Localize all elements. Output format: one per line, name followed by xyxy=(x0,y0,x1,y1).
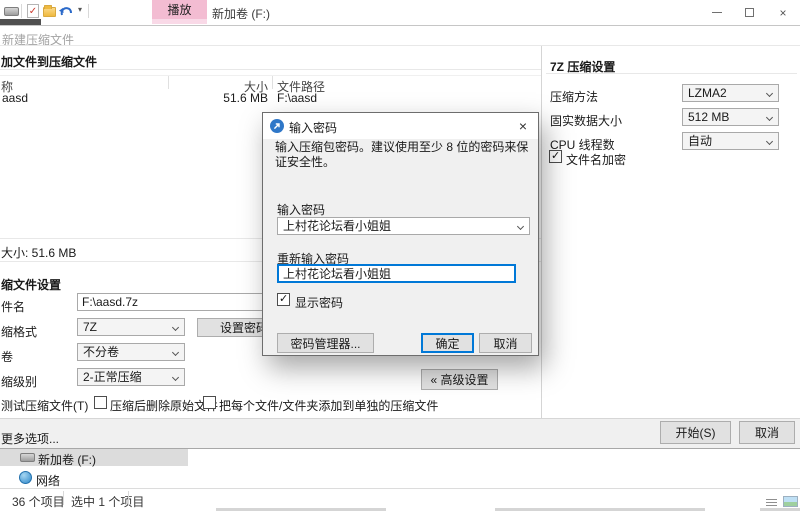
dialog-titlebar: 输入密码 × xyxy=(263,113,538,139)
toolbar-separator xyxy=(88,4,89,18)
archive-settings-title: 缩文件设置 xyxy=(1,276,61,293)
maximize-button[interactable] xyxy=(736,4,762,21)
show-password-label[interactable]: 显示密码 xyxy=(295,294,343,311)
method-value: LZMA2 xyxy=(688,86,727,100)
dialog-close-button[interactable]: × xyxy=(514,117,532,135)
bandizip-logo-icon xyxy=(270,119,284,136)
format-label: 缩格式 xyxy=(1,323,37,340)
method-label: 压缩方法 xyxy=(550,88,598,105)
level-select[interactable]: 2-正常压缩 xyxy=(77,368,185,386)
properties-check-icon[interactable]: ✓ xyxy=(27,4,39,18)
encrypt-filenames-label[interactable]: 文件名加密 xyxy=(566,151,626,168)
more-options-link[interactable]: 更多选项... xyxy=(1,430,59,447)
format-select[interactable]: 7Z xyxy=(77,318,185,336)
close-button[interactable]: × xyxy=(770,4,796,21)
separate-archive-label[interactable]: 把每个文件/文件夹添加到单独的压缩文件 xyxy=(219,397,438,414)
dialog-title: 输入密码 xyxy=(289,119,337,136)
password-manager-button[interactable]: 密码管理器... xyxy=(277,333,374,353)
volume-value: 不分卷 xyxy=(83,345,119,359)
tree-drive-label[interactable]: 新加卷 (F:) xyxy=(38,451,96,468)
network-icon xyxy=(19,471,32,484)
ok-label: 确定 xyxy=(435,335,459,352)
volume-select[interactable]: 不分卷 xyxy=(77,343,185,361)
status-selected-count: 选中 1 个项目 xyxy=(71,493,144,510)
solid-size-value: 512 MB xyxy=(688,110,729,124)
start-label: 开始(S) xyxy=(676,424,716,441)
screen: ✓ ▾ 播放 新加卷 (F:) × 新建压缩文件 加文件到压缩文件 称 大小 文… xyxy=(0,0,800,511)
password-manager-label: 密码管理器... xyxy=(290,335,360,352)
close-icon: × xyxy=(519,118,527,134)
play-button-underline xyxy=(152,19,207,24)
panel-splitter[interactable] xyxy=(541,46,542,418)
advanced-settings-button[interactable]: « 高级设置 xyxy=(421,369,498,390)
cpu-threads-value: 自动 xyxy=(688,134,712,148)
show-password-checkbox[interactable]: ✓ xyxy=(277,293,290,306)
dialog-cancel-label: 取消 xyxy=(493,335,517,352)
file-path: F:\aasd xyxy=(277,91,317,105)
drive-icon[interactable] xyxy=(4,7,19,16)
checkmark-icon: ✓ xyxy=(279,294,288,305)
format-value: 7Z xyxy=(83,320,97,334)
dialog-description: 输入压缩包密码。建议使用至少 8 位的密码来保证安全性。 xyxy=(275,140,529,170)
close-icon: × xyxy=(779,6,786,20)
thumbnail-view-icon[interactable] xyxy=(783,496,798,507)
play-button[interactable]: 播放 xyxy=(152,0,207,19)
explorer-window-title: 新加卷 (F:) xyxy=(212,5,270,22)
file-size: 51.6 MB xyxy=(210,91,268,105)
bandizip-cancel-button[interactable]: 取消 xyxy=(739,421,795,444)
chevron-down-icon xyxy=(766,114,773,121)
chevron-down-icon xyxy=(172,349,179,356)
chevron-down-icon xyxy=(172,374,179,381)
solid-size-select[interactable]: 512 MB xyxy=(682,108,779,126)
total-size-label: 大小: 51.6 MB xyxy=(1,244,76,261)
password-value: 上村花论坛看小姐姐 xyxy=(283,219,391,233)
bandizip-window-top-edge xyxy=(0,25,800,26)
status-item-count: 36 个项目 xyxy=(12,493,65,510)
minimize-button[interactable] xyxy=(704,4,730,21)
ok-button[interactable]: 确定 xyxy=(421,333,474,353)
drive-icon xyxy=(20,453,35,462)
bandizip-cancel-label: 取消 xyxy=(755,424,779,441)
list-view-icon[interactable] xyxy=(766,499,777,500)
checkmark-icon: ✓ xyxy=(551,151,560,162)
add-files-section-title: 加文件到压缩文件 xyxy=(1,53,97,70)
toolbar-separator xyxy=(21,4,22,18)
chevron-down-icon xyxy=(766,138,773,145)
undo-icon[interactable] xyxy=(58,4,74,21)
file-name: aasd xyxy=(2,91,28,105)
delete-original-label[interactable]: 压缩后删除原始文件 xyxy=(110,397,218,414)
password-combobox[interactable]: 上村花论坛看小姐姐 xyxy=(277,217,530,235)
delete-original-checkbox[interactable] xyxy=(94,396,107,409)
cpu-threads-select[interactable]: 自动 xyxy=(682,132,779,150)
test-archive-label[interactable]: 测试压缩文件(T) xyxy=(1,397,88,414)
dialog-cancel-button[interactable]: 取消 xyxy=(479,333,532,353)
advanced-settings-label: « 高级设置 xyxy=(430,371,488,388)
password-dialog: 输入密码 × 输入压缩包密码。建议使用至少 8 位的密码来保证安全性。 输入密码… xyxy=(262,112,539,356)
confirm-password-input[interactable] xyxy=(277,264,516,283)
explorer-titlebar: ✓ ▾ 播放 新加卷 (F:) × xyxy=(0,0,800,25)
minimize-icon xyxy=(712,12,722,13)
filename-label: 件名 xyxy=(1,298,25,315)
level-label: 缩级别 xyxy=(1,373,37,390)
method-select[interactable]: LZMA2 xyxy=(682,84,779,102)
start-button[interactable]: 开始(S) xyxy=(660,421,731,444)
maximize-icon xyxy=(745,8,754,17)
folder-icon[interactable] xyxy=(43,7,56,17)
undo-dropdown-caret-icon[interactable]: ▾ xyxy=(78,5,82,14)
volume-label: 卷 xyxy=(1,348,13,365)
chevron-down-icon xyxy=(766,90,773,97)
encrypt-filenames-checkbox[interactable]: ✓ xyxy=(549,150,562,163)
solid-size-label: 固实数据大小 xyxy=(550,112,622,129)
level-value: 2-正常压缩 xyxy=(83,370,142,384)
chevron-down-icon xyxy=(517,223,524,230)
tree-network-label[interactable]: 网络 xyxy=(36,472,60,489)
separate-archive-checkbox[interactable] xyxy=(203,396,216,409)
password-label: 输入密码 xyxy=(277,201,325,218)
chevron-down-icon xyxy=(172,324,179,331)
